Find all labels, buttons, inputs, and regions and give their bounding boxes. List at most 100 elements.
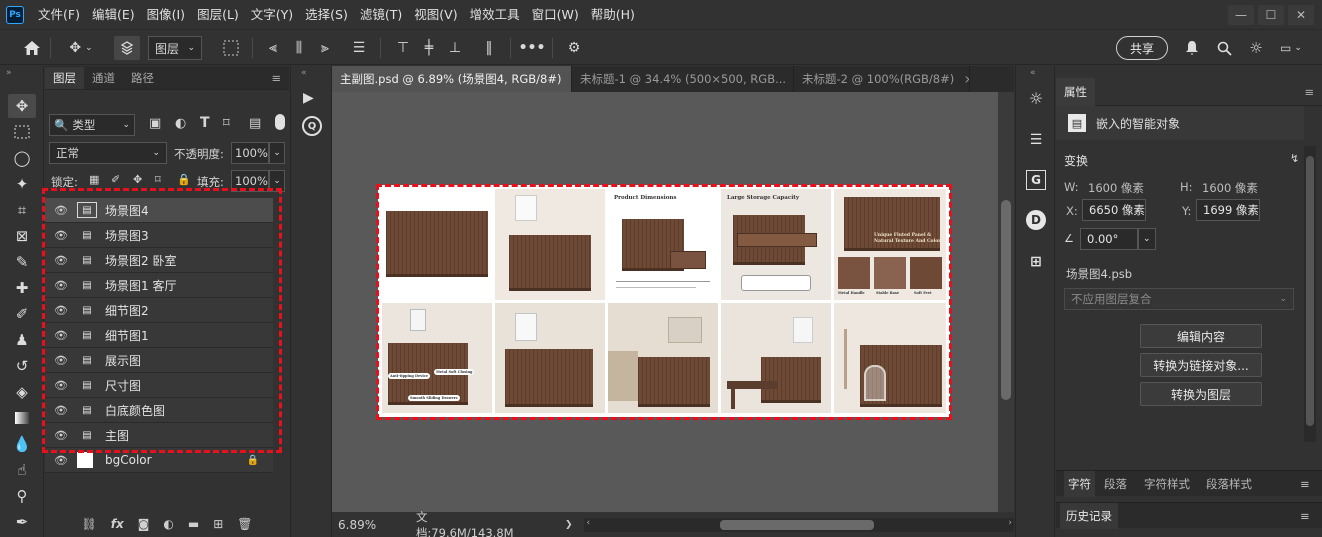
reset-transform-icon[interactable]: ↯ bbox=[1290, 152, 1299, 165]
lock-position-icon[interactable]: ✥ bbox=[133, 173, 142, 186]
tab-paths[interactable]: 路径 bbox=[123, 67, 162, 89]
filter-toggle-icon[interactable] bbox=[275, 114, 285, 130]
learn-icon[interactable]: Q bbox=[302, 116, 322, 136]
angle-dropdown-icon[interactable]: ⌄ bbox=[1138, 228, 1156, 250]
vertical-scroll-thumb[interactable] bbox=[1001, 200, 1011, 400]
doc-tab-untitled2[interactable]: 未标题-2 @ 100%(RGB/8#) × bbox=[794, 66, 970, 92]
new-layer-icon[interactable]: ⊞ bbox=[213, 517, 223, 531]
tab-properties[interactable]: 属性 bbox=[1056, 77, 1095, 106]
menu-layer[interactable]: 图层(L) bbox=[191, 0, 245, 29]
new-group-icon[interactable]: ▬ bbox=[188, 517, 199, 531]
menu-type[interactable]: 文字(Y) bbox=[245, 0, 299, 29]
adjustment-layer-icon[interactable]: ◐ bbox=[163, 517, 173, 531]
tab-history[interactable]: 历史记录 bbox=[1060, 503, 1118, 529]
tab-channels[interactable]: 通道 bbox=[84, 67, 123, 89]
tab-character-styles[interactable]: 字符样式 bbox=[1144, 471, 1190, 497]
frame-tool-icon[interactable]: ⊠ bbox=[8, 224, 36, 248]
tab-paragraph[interactable]: 段落 bbox=[1104, 471, 1127, 497]
edit-contents-button[interactable]: 编辑内容 bbox=[1140, 324, 1262, 348]
menu-filter[interactable]: 滤镜(T) bbox=[354, 0, 408, 29]
add-mask-icon[interactable]: ◙ bbox=[138, 517, 150, 531]
zoom-level[interactable]: 6.89% bbox=[338, 518, 392, 532]
convert-to-layers-button[interactable]: 转换为图层 bbox=[1140, 382, 1262, 406]
lock-pixels-icon[interactable]: ✐ bbox=[111, 173, 120, 186]
share-button[interactable]: 共享 bbox=[1116, 36, 1168, 60]
eyedropper-tool-icon[interactable]: ✎ bbox=[8, 250, 36, 274]
transform-controls-icon[interactable] bbox=[220, 36, 242, 60]
align-top-icon[interactable]: ⊤ bbox=[392, 36, 414, 60]
search-icon[interactable] bbox=[1212, 36, 1236, 60]
table-icon[interactable]: ⊞ bbox=[1024, 250, 1048, 274]
auto-select-target-dropdown[interactable]: 图层 ⌄ bbox=[148, 36, 202, 60]
menu-file[interactable]: 文件(F) bbox=[32, 0, 86, 29]
panel-menu-icon[interactable]: ≡ bbox=[263, 67, 289, 89]
type-panels-menu-icon[interactable]: ≡ bbox=[1300, 471, 1310, 497]
auto-select-icon[interactable] bbox=[114, 36, 140, 60]
menu-help[interactable]: 帮助(H) bbox=[585, 0, 641, 29]
properties-menu-icon[interactable]: ≡ bbox=[1296, 81, 1322, 103]
menu-select[interactable]: 选择(S) bbox=[299, 0, 354, 29]
close-window-button[interactable]: ✕ bbox=[1288, 4, 1314, 25]
properties-scroll-thumb[interactable] bbox=[1306, 156, 1314, 426]
align-left-icon[interactable]: ⫷ bbox=[262, 36, 284, 60]
history-menu-icon[interactable]: ≡ bbox=[1300, 503, 1310, 529]
canvas-area[interactable]: Product Dimensions Large Storage Capacit… bbox=[332, 92, 998, 512]
horizontal-scroll-thumb[interactable] bbox=[720, 519, 875, 530]
lock-transparent-icon[interactable]: ▦ bbox=[89, 173, 99, 186]
history-brush-icon[interactable]: ↺ bbox=[8, 354, 36, 378]
distribute-icon[interactable]: ☰ bbox=[348, 36, 370, 60]
angle-input[interactable]: 0.00° bbox=[1080, 228, 1138, 250]
healing-brush-icon[interactable]: ✚ bbox=[8, 276, 36, 300]
eraser-tool-icon[interactable]: ◈ bbox=[8, 380, 36, 404]
properties-scrollbar[interactable] bbox=[1304, 146, 1316, 442]
menu-view[interactable]: 视图(V) bbox=[408, 0, 463, 29]
filter-smart-object-icon[interactable]: ▤ bbox=[249, 116, 261, 131]
notification-bell-icon[interactable] bbox=[1180, 36, 1204, 60]
lock-artboard-icon[interactable]: ⌑ bbox=[155, 173, 161, 186]
filter-pixel-icon[interactable]: ▣ bbox=[149, 116, 161, 131]
align-right-icon[interactable]: ⫸ bbox=[314, 36, 336, 60]
menu-image[interactable]: 图像(I) bbox=[141, 0, 191, 29]
dodge-tool-icon[interactable]: ⚲ bbox=[8, 484, 36, 508]
tab-layers[interactable]: 图层 bbox=[45, 67, 84, 89]
more-options-icon[interactable]: ••• bbox=[519, 36, 546, 60]
minimize-button[interactable]: — bbox=[1228, 4, 1254, 25]
opacity-dropdown-icon[interactable]: ⌄ bbox=[269, 142, 285, 164]
pen-tool-icon[interactable]: ✒ bbox=[8, 510, 36, 534]
paragraph-styles-icon[interactable]: ☰ bbox=[1024, 128, 1048, 152]
status-menu-icon[interactable]: ❯ bbox=[565, 520, 573, 530]
distribute-vertical-icon[interactable]: ‖ bbox=[478, 36, 500, 60]
clone-stamp-icon[interactable]: ♟ bbox=[8, 328, 36, 352]
convert-to-linked-button[interactable]: 转换为链接对象... bbox=[1140, 353, 1262, 377]
crop-tool-icon[interactable]: ⌗ bbox=[8, 198, 36, 222]
move-tool-icon[interactable]: ✥ bbox=[8, 94, 36, 118]
horizontal-scrollbar[interactable]: ‹ › bbox=[584, 517, 1014, 532]
align-hcenter-icon[interactable]: ⫼ bbox=[288, 36, 310, 60]
delete-layer-icon[interactable]: 🗑 bbox=[237, 517, 252, 531]
glyphs-icon[interactable]: G bbox=[1026, 170, 1046, 190]
collapse-toolbar-icon[interactable]: » bbox=[6, 68, 12, 78]
brush-tool-icon[interactable]: ✐ bbox=[8, 302, 36, 326]
blend-mode-dropdown[interactable]: 正常 ⌄ bbox=[49, 142, 167, 164]
close-tab-icon[interactable]: × bbox=[964, 72, 969, 86]
x-input[interactable]: 6650 像素 bbox=[1082, 199, 1146, 221]
link-layers-icon[interactable]: ⛓ bbox=[82, 517, 97, 531]
play-action-icon[interactable]: ▶ bbox=[303, 90, 314, 106]
layer-filter-dropdown[interactable]: 🔍 类型 ⌄ bbox=[49, 114, 135, 136]
discover-bulb-icon[interactable]: ☼ bbox=[1244, 36, 1268, 60]
lasso-tool-icon[interactable]: ◯ bbox=[8, 146, 36, 170]
doc-tab-untitled1[interactable]: 未标题-1 @ 34.4% (500×500, RGB... × bbox=[572, 66, 794, 92]
move-tool-icon[interactable]: ✥ ⌄ bbox=[60, 36, 102, 60]
vertical-scrollbar[interactable] bbox=[998, 92, 1014, 512]
expand-panels-icon[interactable]: « bbox=[301, 68, 307, 78]
gradient-tool-icon[interactable] bbox=[8, 406, 36, 430]
layer-comp-dropdown[interactable]: 不应用图层复合 ⌄ bbox=[1064, 288, 1294, 310]
workspace-icon[interactable]: ▭ ⌄ bbox=[1274, 36, 1308, 60]
opacity-input[interactable]: 100% bbox=[231, 142, 269, 164]
align-bottom-icon[interactable]: ⊥ bbox=[444, 36, 466, 60]
home-icon[interactable] bbox=[18, 36, 46, 60]
blur-tool-icon[interactable]: 💧 bbox=[8, 432, 36, 456]
filter-type-icon[interactable]: T bbox=[200, 115, 210, 131]
lock-all-icon[interactable]: 🔒 bbox=[177, 173, 191, 186]
maximize-button[interactable]: ☐ bbox=[1258, 4, 1284, 25]
